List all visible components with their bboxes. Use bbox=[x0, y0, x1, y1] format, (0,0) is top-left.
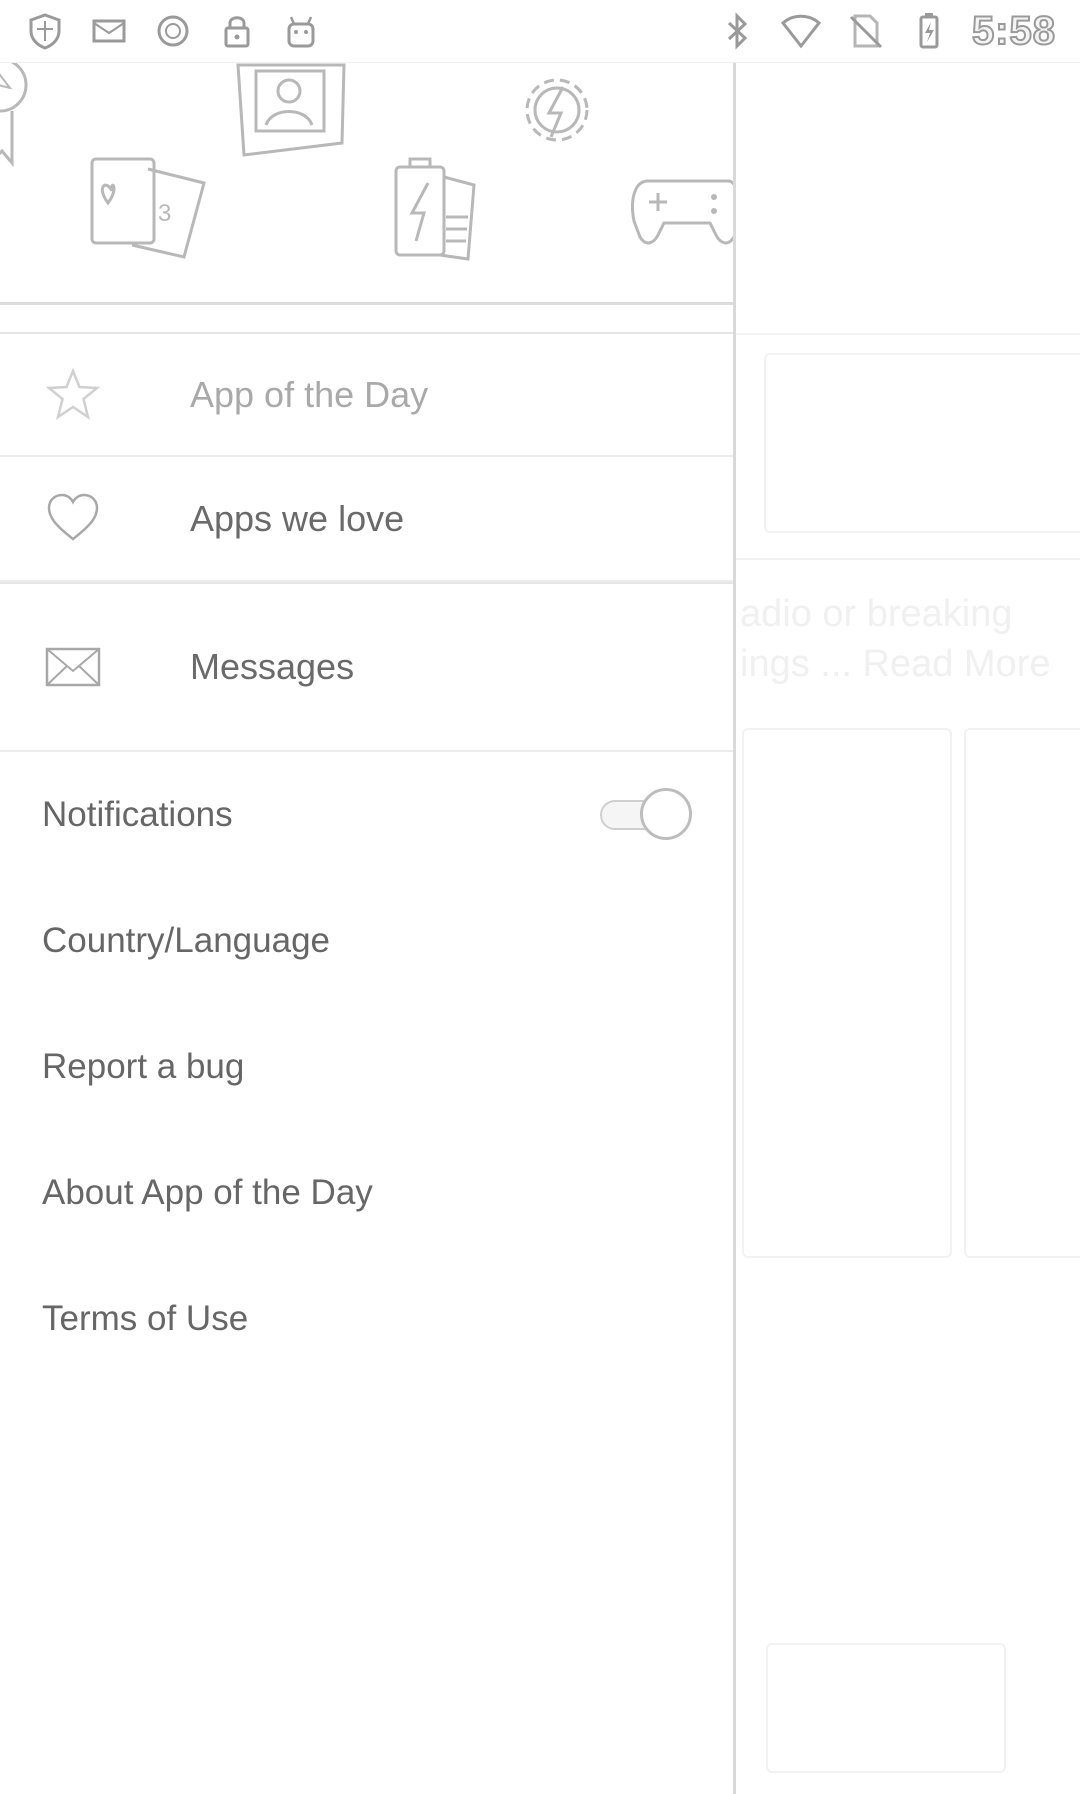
lock-icon bbox=[216, 10, 258, 52]
battery-charging-icon bbox=[908, 10, 950, 52]
bg-divider bbox=[736, 333, 1080, 335]
drawer-header: 3 bbox=[0, 63, 733, 305]
setting-label: Country/Language bbox=[42, 921, 330, 960]
menu-item-messages[interactable]: Messages bbox=[0, 582, 733, 752]
settings-section: Notifications Country/Language Report a … bbox=[0, 752, 733, 1382]
setting-country-language[interactable]: Country/Language bbox=[0, 878, 733, 1004]
setting-terms-of-use[interactable]: Terms of Use bbox=[0, 1256, 733, 1382]
settings-gear-icon bbox=[505, 65, 610, 160]
setting-notifications: Notifications bbox=[0, 752, 733, 878]
bg-card bbox=[764, 353, 1080, 533]
svg-text:3: 3 bbox=[158, 200, 171, 227]
android-icon bbox=[280, 10, 322, 52]
menu-item-apps-we-love[interactable]: Apps we love bbox=[0, 457, 733, 582]
setting-label: Terms of Use bbox=[42, 1299, 249, 1338]
setting-label: Notifications bbox=[42, 795, 233, 834]
heart-icon bbox=[44, 490, 102, 548]
bluetooth-icon bbox=[716, 10, 758, 52]
bg-screenshot-thumb bbox=[964, 728, 1080, 1258]
navigation-drawer: 3 App of the Day Apps we love Messages N… bbox=[0, 63, 736, 1794]
menu-item-app-of-the-day[interactable]: App of the Day bbox=[0, 332, 733, 457]
clock: 5:58 bbox=[971, 8, 1056, 54]
gamepad-icon bbox=[628, 161, 733, 251]
status-bar: 5:58 bbox=[0, 0, 1080, 63]
background-app: adio or breaking ings ... Read More bbox=[736, 63, 1080, 1794]
bg-screenshot-thumb bbox=[742, 728, 952, 1258]
bg-button bbox=[766, 1643, 1006, 1773]
setting-label: About App of the Day bbox=[42, 1173, 373, 1212]
cards-icon: 3 bbox=[88, 153, 208, 263]
bg-divider bbox=[736, 558, 1080, 560]
notifications-toggle[interactable] bbox=[596, 788, 692, 840]
status-bar-system: 5:58 bbox=[716, 8, 1056, 54]
no-sim-icon bbox=[844, 10, 886, 52]
status-bar-notifications bbox=[24, 10, 322, 52]
star-icon bbox=[44, 366, 102, 424]
bg-text-line: adio or breaking bbox=[740, 593, 1013, 635]
menu-item-label: App of the Day bbox=[190, 373, 429, 415]
envelope-icon bbox=[44, 638, 102, 696]
wifi-icon bbox=[780, 10, 822, 52]
photo-frame-icon bbox=[232, 63, 352, 158]
menu-spacer bbox=[0, 305, 733, 332]
award-ribbon-icon bbox=[0, 63, 50, 173]
shield-icon bbox=[24, 10, 66, 52]
battery-icon bbox=[392, 155, 480, 265]
setting-report-bug[interactable]: Report a bug bbox=[0, 1004, 733, 1130]
circle-icon bbox=[152, 10, 194, 52]
setting-label: Report a bug bbox=[42, 1047, 245, 1086]
toggle-knob bbox=[640, 788, 692, 840]
menu-item-label: Apps we love bbox=[190, 497, 405, 539]
mail-icon bbox=[88, 10, 130, 52]
setting-about[interactable]: About App of the Day bbox=[0, 1130, 733, 1256]
bg-text-line: ings ... Read More bbox=[740, 643, 1051, 685]
menu-item-label: Messages bbox=[190, 646, 355, 687]
